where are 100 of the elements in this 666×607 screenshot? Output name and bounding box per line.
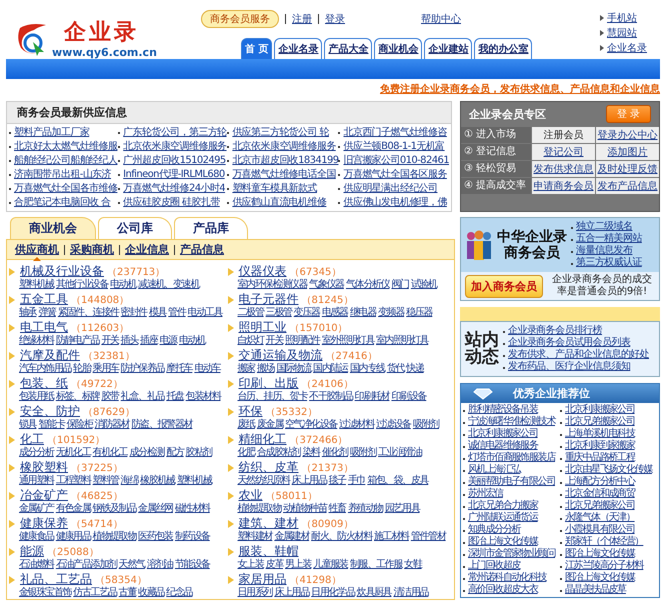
- subcategory-link[interactable]: 三极管: [266, 307, 292, 319]
- supply-link[interactable]: 广州超皮回收15102495: [118, 154, 228, 167]
- subcategory-link[interactable]: 快递: [406, 363, 424, 375]
- category-link[interactable]: 汽摩及配件: [20, 348, 80, 363]
- category-link[interactable]: 健康保养: [20, 516, 68, 531]
- zone-link[interactable]: 发布供求信息: [534, 162, 594, 176]
- supply-link[interactable]: 塑料童车模具新款式: [227, 182, 338, 195]
- section-tab[interactable]: 商业机会: [10, 217, 96, 239]
- subcategory-link[interactable]: 减速机、变速机: [138, 279, 200, 291]
- category-link[interactable]: 电子元器件: [238, 292, 298, 307]
- subcategory-link[interactable]: 合成胶粘剂: [256, 447, 300, 459]
- subcategory-link[interactable]: 绝缘材料: [19, 335, 54, 347]
- subcategory-link[interactable]: 催化剂: [322, 447, 348, 459]
- subcategory-link[interactable]: 气象仪器: [309, 279, 344, 291]
- category-link[interactable]: 冶金矿产: [20, 488, 68, 503]
- subcategory-link[interactable]: 密封件: [120, 307, 147, 319]
- subcategory-link[interactable]: 开关: [266, 335, 284, 347]
- side-link[interactable]: 手机站: [607, 11, 637, 25]
- header-link[interactable]: 登录: [325, 12, 345, 26]
- subcategory-link[interactable]: 施工材料: [374, 531, 409, 543]
- supply-link[interactable]: 供应鹤山直流电机维修: [227, 196, 338, 209]
- supply-link[interactable]: 万喜燃气灶维修电话全国: [227, 168, 338, 181]
- subcategory-link[interactable]: 国际物流: [276, 363, 312, 375]
- subcategory-link[interactable]: 医药包装: [138, 531, 173, 543]
- subcategory-link[interactable]: 插头: [120, 335, 138, 347]
- subcategory-link[interactable]: 动植物种苗: [283, 503, 327, 515]
- subcategory-link[interactable]: 炊具厨具: [356, 587, 392, 599]
- subcategory-link[interactable]: 节能设备: [174, 559, 210, 571]
- subcategory-link[interactable]: 床上用品: [292, 475, 327, 487]
- category-link[interactable]: 能源: [20, 544, 44, 559]
- subcategory-link[interactable]: 变频器: [378, 307, 404, 319]
- subcategory-link[interactable]: 床上用品: [274, 587, 310, 599]
- subcategory-link[interactable]: 摩托车: [166, 363, 192, 375]
- supply-link[interactable]: 供应硅胶皮圈 硅胶扎带: [118, 196, 228, 209]
- subcategory-link[interactable]: 制药设备: [174, 531, 210, 543]
- nav-tab[interactable]: 商业机会: [374, 38, 422, 59]
- zone-link[interactable]: 及时处理反馈: [598, 162, 658, 176]
- subcategory-link[interactable]: 防护保养品: [120, 363, 164, 375]
- subcategory-link[interactable]: 二极管: [238, 307, 264, 319]
- subcategory-link[interactable]: 智能卡: [38, 419, 65, 431]
- subcategory-link[interactable]: 养殖动物: [348, 503, 383, 515]
- subcategory-link[interactable]: 金属建材: [274, 531, 310, 543]
- subcategory-link[interactable]: 日用系列: [238, 587, 272, 599]
- subcategory-link[interactable]: 锁具: [19, 419, 36, 431]
- subcategory-link[interactable]: 气体分析仪: [346, 279, 390, 291]
- feature-link[interactable]: 第三方权威认证: [571, 257, 642, 269]
- subcategory-link[interactable]: 礼盒、礼品: [120, 391, 164, 403]
- category-link[interactable]: 仪器仪表: [238, 264, 286, 279]
- sub-tab[interactable]: 采购商机: [70, 242, 114, 257]
- supply-link[interactable]: 北京好太太燃气灶维修服: [9, 140, 118, 153]
- zone-link[interactable]: 添加图片: [608, 145, 648, 159]
- subcategory-link[interactable]: 过滤材料: [339, 419, 374, 431]
- subcategory-link[interactable]: 包装材料: [186, 391, 220, 403]
- subcategory-link[interactable]: 胶粘剂: [186, 447, 212, 459]
- subcategory-link[interactable]: 变压器: [294, 307, 320, 319]
- supply-link[interactable]: 万喜燃气灶维修24小时4: [118, 182, 228, 195]
- subcategory-link[interactable]: 消防器材: [94, 419, 130, 431]
- subcategory-link[interactable]: 皮革: [266, 559, 284, 571]
- subcategory-link[interactable]: 搬场: [256, 363, 274, 375]
- subcategory-link[interactable]: 制服、工作服: [350, 559, 402, 571]
- subcategory-link[interactable]: 轮胎: [73, 363, 91, 375]
- supply-link[interactable]: 北京依米康空调维修服务: [227, 140, 338, 153]
- subcategory-link[interactable]: 染料: [302, 447, 320, 459]
- category-link[interactable]: 印刷、出版: [238, 376, 298, 391]
- subcategory-link[interactable]: 塑料机械: [176, 475, 212, 487]
- service-badge[interactable]: 商务会员服务: [201, 10, 279, 28]
- subcategory-link[interactable]: 手巾: [348, 475, 366, 487]
- subcategory-link[interactable]: 轴承: [19, 307, 36, 319]
- subcategory-link[interactable]: 吸附剂: [412, 419, 439, 431]
- subcategory-link[interactable]: 插座: [140, 335, 158, 347]
- subcategory-link[interactable]: 塑料管: [92, 475, 119, 487]
- nav-tab[interactable]: 我的办公室: [474, 38, 532, 59]
- subcategory-link[interactable]: 防静电产品: [56, 335, 100, 347]
- subcategory-link[interactable]: 健康食品: [19, 531, 54, 543]
- subcategory-link[interactable]: 胶带: [101, 391, 119, 403]
- category-link[interactable]: 包装、纸: [20, 376, 68, 391]
- subcategory-link[interactable]: 管件管材: [410, 531, 446, 543]
- subcategory-link[interactable]: 磁性材料: [174, 503, 210, 515]
- subcategory-link[interactable]: 健康用品: [56, 531, 91, 543]
- sub-tab[interactable]: 产品信息: [180, 242, 224, 257]
- subcategory-link[interactable]: 开关: [101, 335, 119, 347]
- subcategory-link[interactable]: 有色金属: [56, 503, 91, 515]
- category-link[interactable]: 建筑、建材: [238, 516, 298, 531]
- subcategory-link[interactable]: 电动工具: [188, 307, 222, 319]
- join-button[interactable]: 加入商务会员: [465, 274, 543, 298]
- subcategory-link[interactable]: 继电器: [350, 307, 376, 319]
- category-link[interactable]: 纺织、皮革: [238, 460, 298, 475]
- help-link[interactable]: 帮助中心: [421, 12, 461, 26]
- supply-link[interactable]: 旧宫搬家公司010-82461: [338, 154, 449, 167]
- subcategory-link[interactable]: 国内专线: [350, 363, 385, 375]
- subcategory-link[interactable]: 保险柜: [66, 419, 93, 431]
- subcategory-link[interactable]: 女上装: [238, 559, 264, 571]
- supply-link[interactable]: 万喜燃气灶全国各区服务: [338, 168, 449, 181]
- subcategory-link[interactable]: 植物提取物: [238, 503, 282, 515]
- subcategory-link[interactable]: 乘用车: [92, 363, 119, 375]
- subcategory-link[interactable]: 园艺用具: [384, 503, 420, 515]
- supply-link[interactable]: 供应第三方轮货公司 轮: [227, 126, 338, 139]
- subcategory-link[interactable]: 天然纺织原料: [238, 475, 290, 487]
- nav-tab[interactable]: 企业名录: [274, 38, 322, 59]
- subcategory-link[interactable]: 无机化工: [56, 447, 91, 459]
